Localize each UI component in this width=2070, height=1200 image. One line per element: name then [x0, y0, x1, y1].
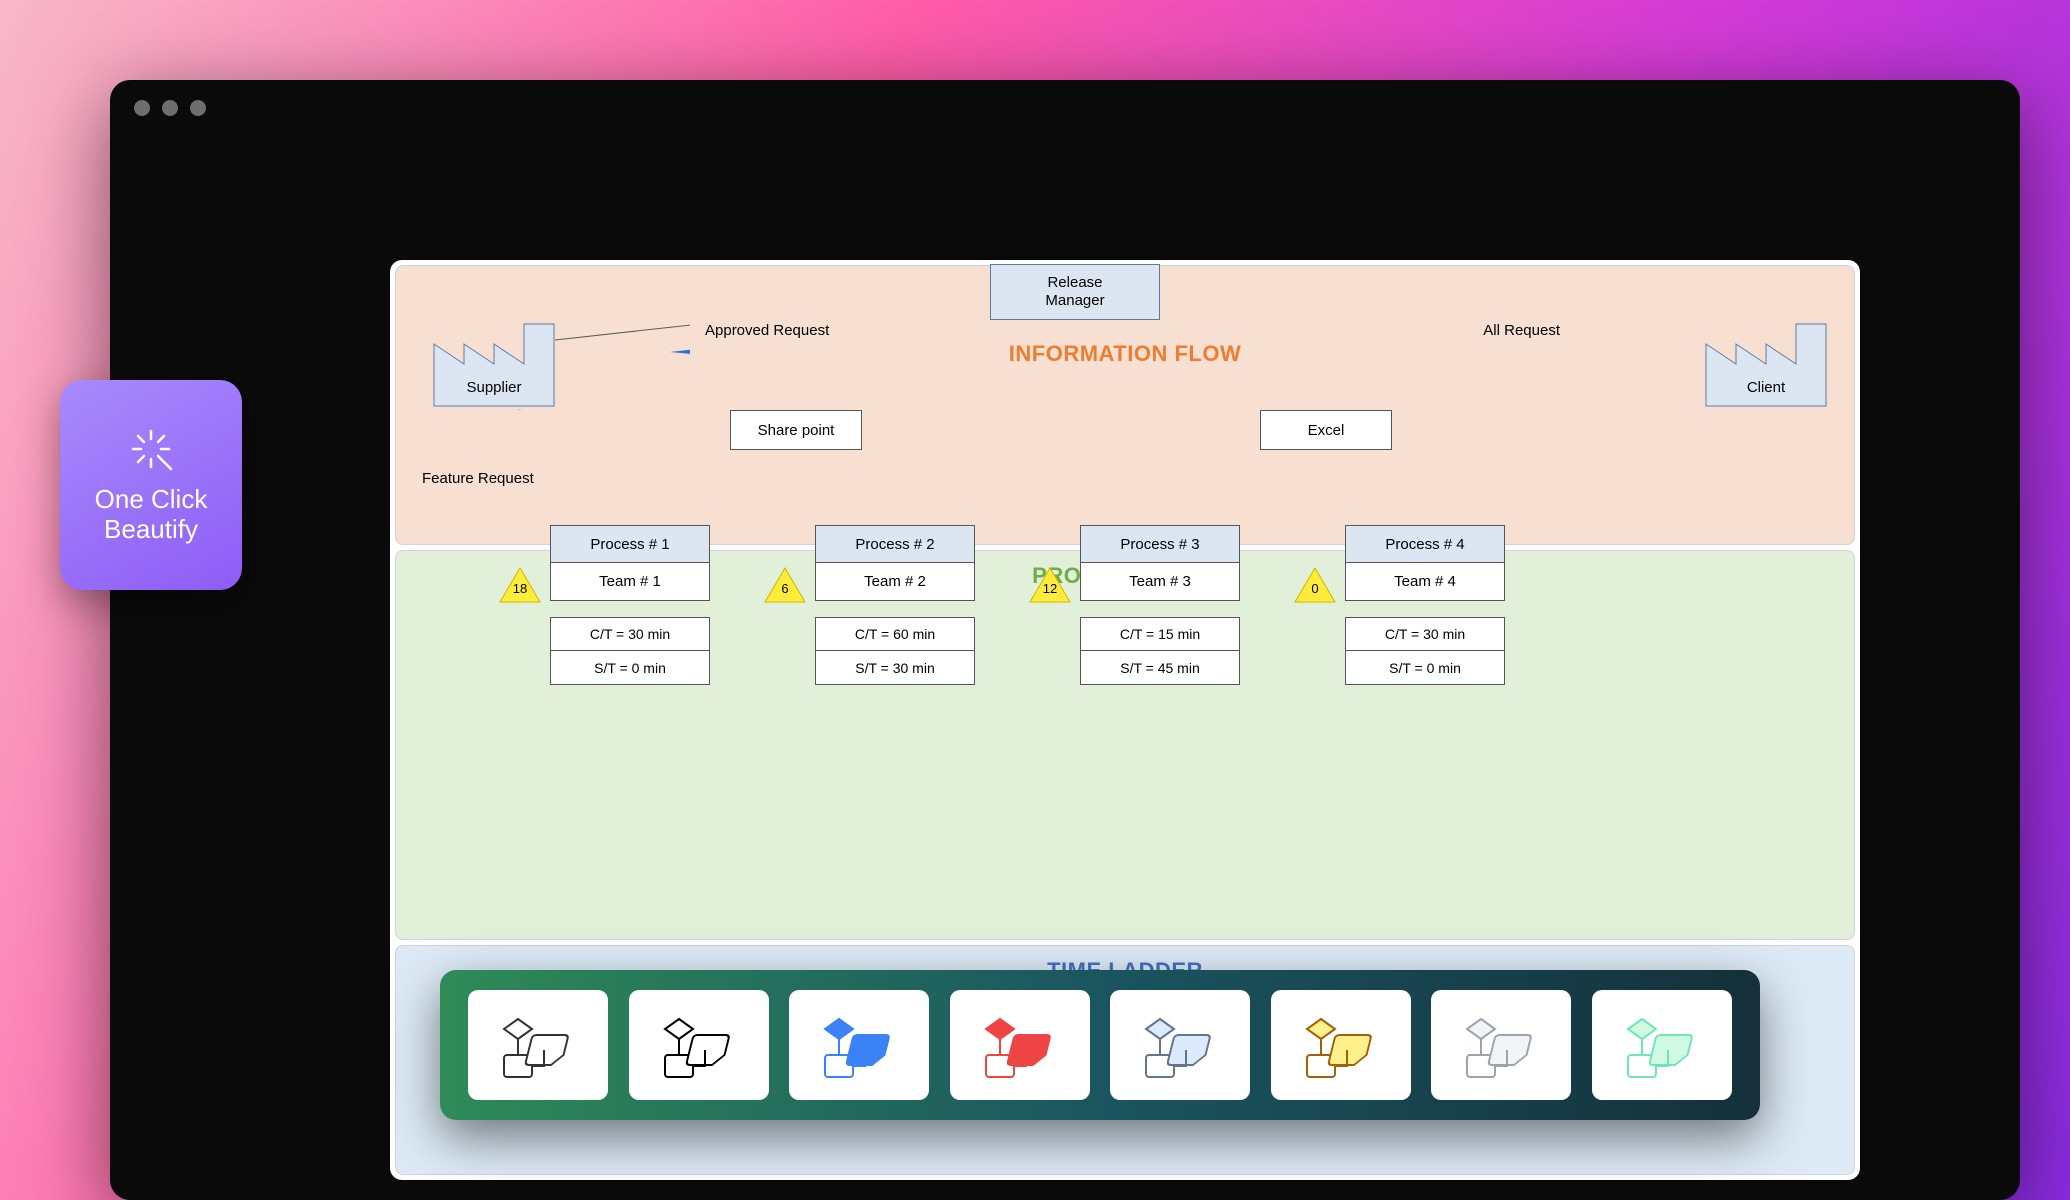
window-min-dot[interactable]	[162, 100, 178, 116]
wait-triangle-2: 6	[763, 566, 807, 604]
window-close-dot[interactable]	[134, 100, 150, 116]
process-4-team: Team # 4	[1345, 563, 1505, 601]
wait-triangle-1: 18	[498, 566, 542, 604]
theme-gray[interactable]	[1431, 990, 1571, 1100]
theme-default-white[interactable]	[468, 990, 608, 1100]
theme-red[interactable]	[950, 990, 1090, 1100]
process-3-st: S/T = 45 min	[1080, 651, 1240, 685]
theme-yellow[interactable]	[1271, 990, 1411, 1100]
process-4-st: S/T = 0 min	[1345, 651, 1505, 685]
process-1-team: Team # 1	[550, 563, 710, 601]
process-1-st: S/T = 0 min	[550, 651, 710, 685]
theme-toolbar	[440, 970, 1760, 1120]
process-3[interactable]: Process # 3 Team # 3 C/T = 15 min S/T = …	[1080, 525, 1240, 685]
process-4[interactable]: Process # 4 Team # 4 C/T = 30 min S/T = …	[1345, 525, 1505, 685]
process-2-name: Process # 2	[815, 525, 975, 563]
process-2[interactable]: Process # 2 Team # 2 C/T = 60 min S/T = …	[815, 525, 975, 685]
process-2-st: S/T = 30 min	[815, 651, 975, 685]
beautify-label: One Click Beautify	[95, 485, 208, 545]
theme-blue[interactable]	[789, 990, 929, 1100]
process-3-name: Process # 3	[1080, 525, 1240, 563]
feature-request-label: Feature Request	[422, 470, 534, 487]
excel-node[interactable]: Excel	[1260, 410, 1392, 450]
release-manager-node[interactable]: Release Manager	[990, 264, 1160, 320]
release-manager-label: Release Manager	[1045, 274, 1104, 310]
supplier-label: Supplier	[430, 379, 558, 396]
process-4-name: Process # 4	[1345, 525, 1505, 563]
theme-bold-outline[interactable]	[629, 990, 769, 1100]
approved-request-label: Approved Request	[705, 322, 829, 339]
wait-3-value: 12	[1028, 581, 1072, 596]
process-1-name: Process # 1	[550, 525, 710, 563]
client-node[interactable]: Client	[1702, 320, 1830, 410]
all-request-label: All Request	[1483, 322, 1560, 339]
wait-triangle-3: 12	[1028, 566, 1072, 604]
wait-4-value: 0	[1293, 581, 1337, 596]
window-titlebar	[110, 80, 2020, 136]
process-2-team: Team # 2	[815, 563, 975, 601]
process-3-ct: C/T = 15 min	[1080, 617, 1240, 651]
client-label: Client	[1702, 379, 1830, 396]
process-2-ct: C/T = 60 min	[815, 617, 975, 651]
sparkle-icon	[127, 425, 175, 473]
supplier-node[interactable]: Supplier	[430, 320, 558, 410]
process-3-team: Team # 3	[1080, 563, 1240, 601]
process-1[interactable]: Process # 1 Team # 1 C/T = 30 min S/T = …	[550, 525, 710, 685]
process-4-ct: C/T = 30 min	[1345, 617, 1505, 651]
section-title-info: INFORMATION FLOW	[1009, 341, 1241, 367]
theme-green[interactable]	[1592, 990, 1732, 1100]
one-click-beautify-card[interactable]: One Click Beautify	[60, 380, 242, 590]
theme-light-blue[interactable]	[1110, 990, 1250, 1100]
wait-2-value: 6	[763, 581, 807, 596]
process-1-ct: C/T = 30 min	[550, 617, 710, 651]
sharepoint-node[interactable]: Share point	[730, 410, 862, 450]
window-max-dot[interactable]	[190, 100, 206, 116]
wait-1-value: 18	[498, 581, 542, 596]
wait-triangle-4: 0	[1293, 566, 1337, 604]
